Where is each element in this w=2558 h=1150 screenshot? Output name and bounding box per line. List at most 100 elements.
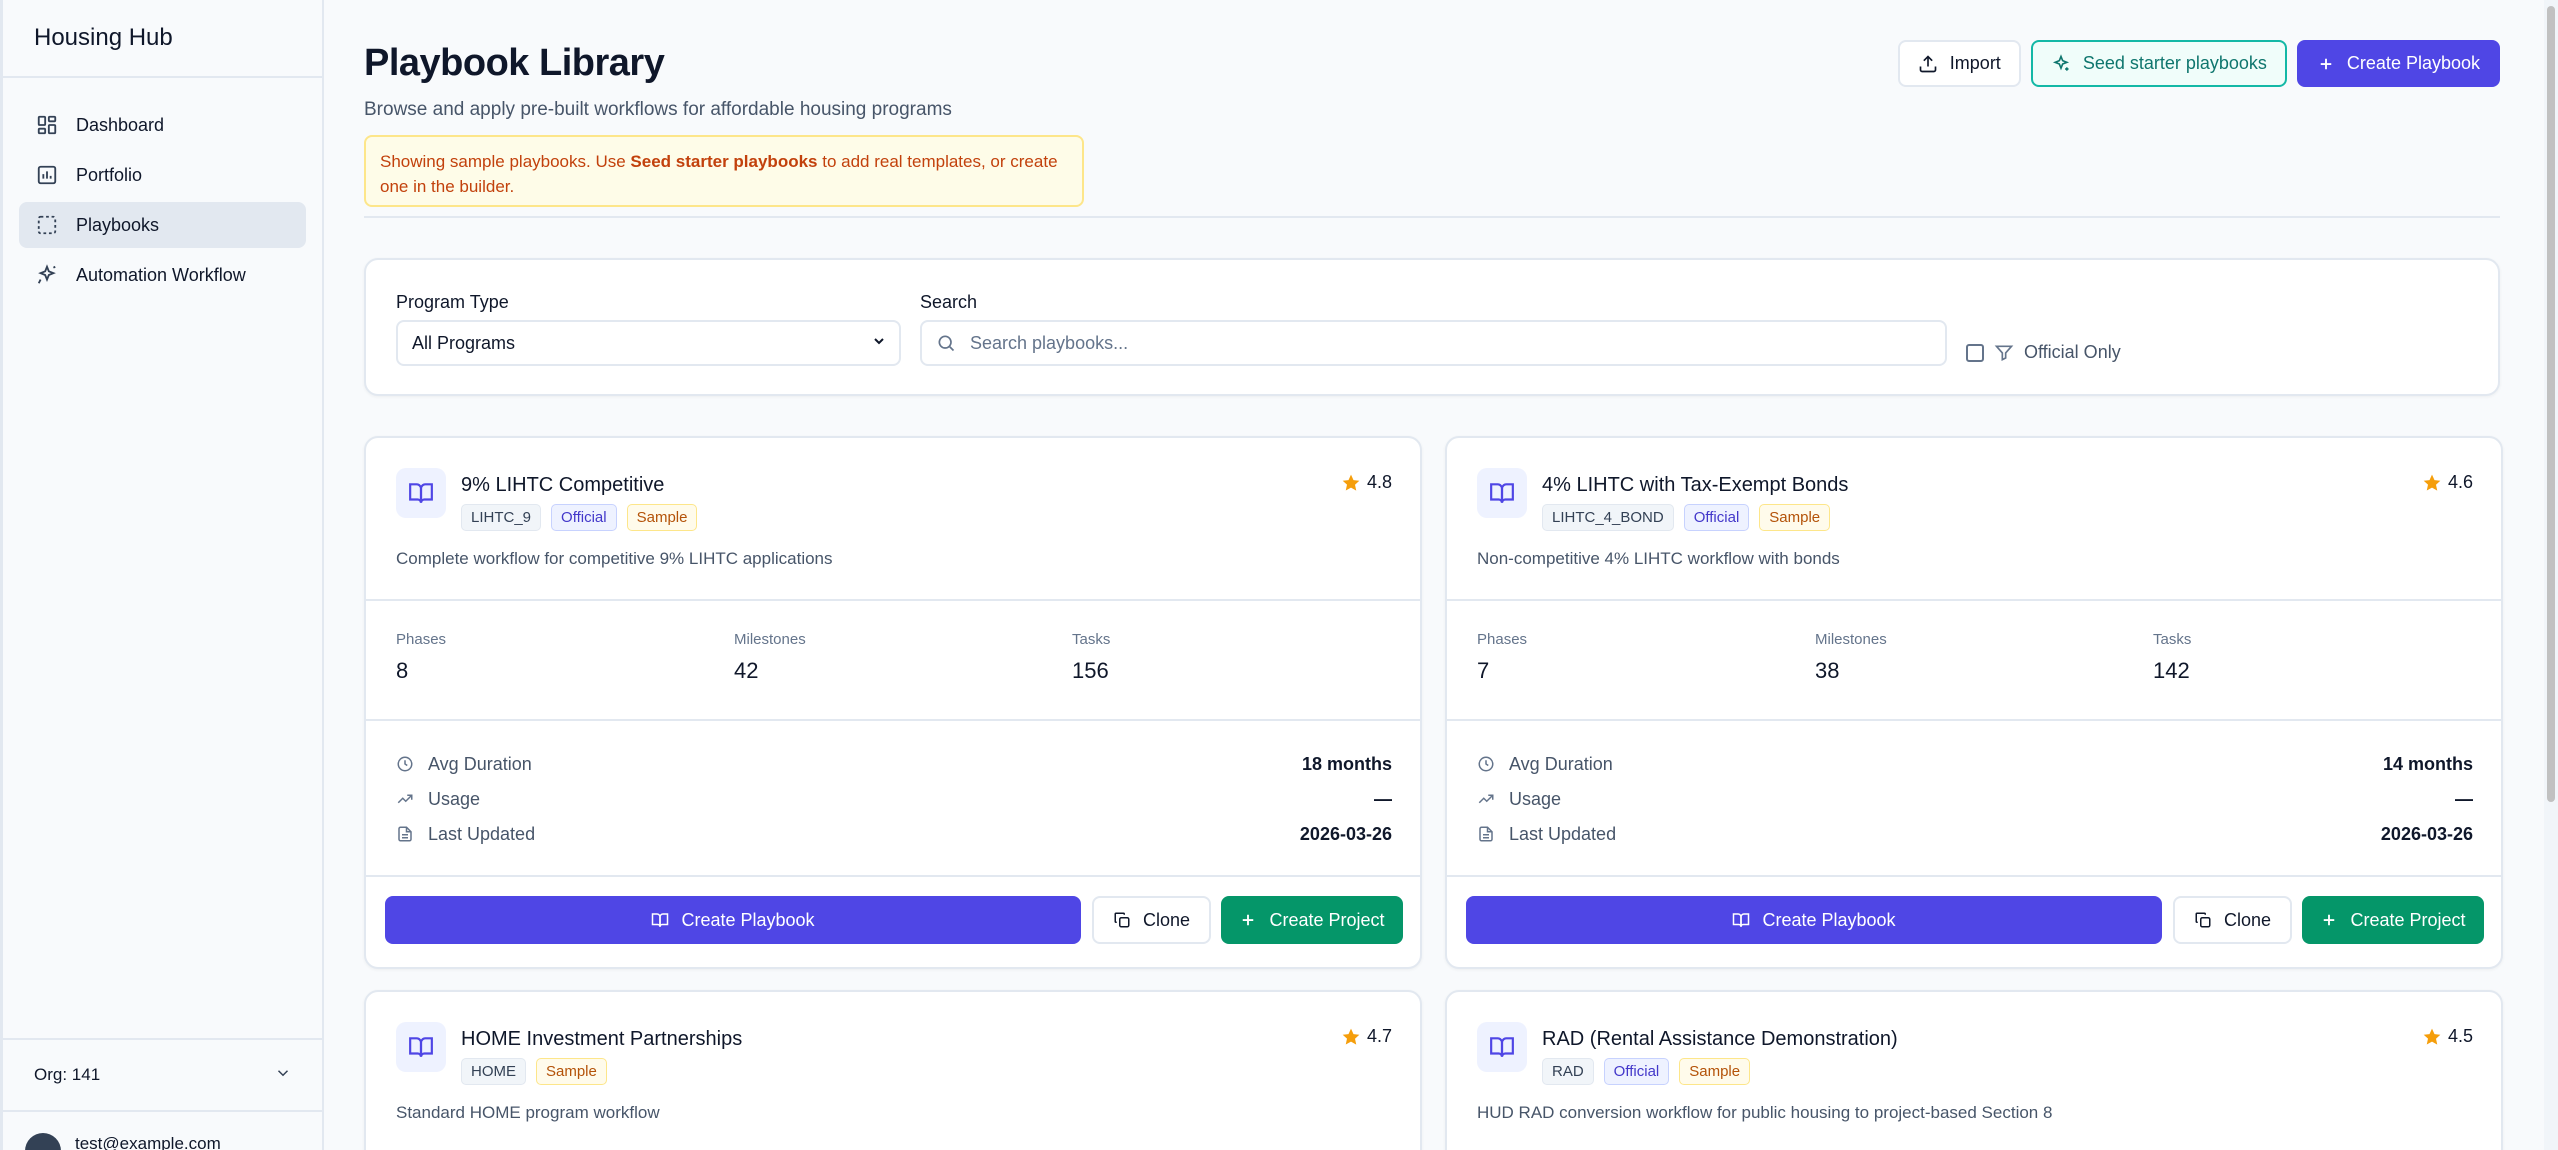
sidebar-nav: Dashboard Portfolio Playbooks Automation… bbox=[3, 78, 322, 298]
rating-value: 4.6 bbox=[2447, 472, 2473, 492]
program-code-badge: HOME bbox=[461, 1058, 526, 1085]
plus-icon bbox=[1239, 911, 1257, 929]
playbook-title: HOME Investment Partnerships bbox=[461, 1028, 743, 1050]
tasks-value: 142 bbox=[2153, 658, 2190, 683]
create-label: Create Playbook bbox=[2346, 53, 2480, 73]
official-only-filter[interactable]: Official Only bbox=[1966, 342, 2121, 363]
notice-prefix: Showing sample playbooks. Use bbox=[380, 152, 631, 171]
search-icon bbox=[936, 333, 956, 353]
avatar bbox=[25, 1133, 61, 1150]
clone-button[interactable]: Clone bbox=[1092, 896, 1211, 944]
seed-label: Seed starter playbooks bbox=[2082, 53, 2267, 73]
playbook-card: 4% LIHTC with Tax-Exempt Bonds LIHTC_4_B… bbox=[1445, 436, 2503, 969]
playbook-card: 9% LIHTC Competitive LIHTC_9 Official Sa… bbox=[364, 436, 1422, 969]
avg-duration-label: Avg Duration bbox=[1509, 753, 1613, 774]
avg-duration-value: 14 months bbox=[2382, 753, 2473, 774]
rating: 4.5 bbox=[2422, 1026, 2473, 1047]
sparkles-icon bbox=[2051, 53, 2071, 74]
create-playbook-button[interactable]: Create Playbook bbox=[1466, 896, 2162, 944]
sidebar-item-portfolio[interactable]: Portfolio bbox=[19, 152, 306, 198]
star-icon bbox=[1341, 1027, 1361, 1047]
filter-icon bbox=[1994, 343, 2014, 363]
milestones-label: Milestones bbox=[1815, 631, 1887, 648]
sample-badge: Sample bbox=[626, 504, 698, 531]
official-only-label: Official Only bbox=[2024, 342, 2121, 362]
milestones-label: Milestones bbox=[734, 631, 806, 648]
sample-badge: Sample bbox=[1759, 504, 1831, 531]
phases-label: Phases bbox=[396, 631, 447, 648]
tasks-label: Tasks bbox=[1072, 631, 1111, 648]
playbook-description: Standard HOME program workflow bbox=[396, 1103, 660, 1122]
copy-icon bbox=[1113, 911, 1131, 929]
clock-icon bbox=[1477, 755, 1497, 773]
org-label: Org: 141 bbox=[34, 1065, 101, 1084]
last-updated-label: Last Updated bbox=[1509, 823, 1617, 844]
sidebar-item-label: Dashboard bbox=[76, 114, 165, 135]
program-type-value: All Programs bbox=[412, 332, 516, 353]
program-type-select[interactable]: All Programs bbox=[396, 320, 901, 366]
create-playbook-label: Create Playbook bbox=[681, 909, 815, 930]
create-project-button[interactable]: Create Project bbox=[1221, 896, 1403, 944]
org-switcher[interactable]: Org: 141 bbox=[3, 1038, 322, 1112]
star-icon bbox=[2422, 1027, 2442, 1047]
chevron-down-icon bbox=[871, 333, 887, 354]
rating: 4.7 bbox=[1341, 1026, 1392, 1047]
program-code-badge: RAD bbox=[1542, 1058, 1594, 1085]
playbook-description: Complete workflow for competitive 9% LIH… bbox=[396, 549, 833, 568]
star-icon bbox=[1341, 473, 1361, 493]
usage-value: — bbox=[2455, 788, 2473, 809]
chevron-down-icon bbox=[274, 1064, 292, 1087]
sample-badge: Sample bbox=[536, 1058, 607, 1085]
clone-label: Clone bbox=[2223, 909, 2272, 930]
plus-icon bbox=[2320, 911, 2338, 929]
playbook-card: HOME Investment Partnerships HOME Sample… bbox=[364, 990, 1422, 1150]
book-icon bbox=[396, 1022, 446, 1072]
avg-duration-label: Avg Duration bbox=[428, 753, 532, 774]
import-button[interactable]: Import bbox=[1897, 40, 2021, 87]
last-updated-value: 2026-03-26 bbox=[1299, 823, 1392, 844]
portfolio-icon bbox=[36, 164, 58, 186]
tasks-value: 156 bbox=[1072, 658, 1109, 683]
program-code-badge: LIHTC_4_BOND bbox=[1542, 504, 1674, 531]
official-badge: Official bbox=[1683, 504, 1750, 531]
official-only-checkbox[interactable] bbox=[1966, 343, 1984, 362]
clone-button[interactable]: Clone bbox=[2173, 896, 2292, 944]
sidebar-item-label: Automation Workflow bbox=[76, 264, 246, 285]
clock-icon bbox=[396, 755, 416, 773]
file-icon bbox=[396, 825, 416, 843]
usage-label: Usage bbox=[428, 788, 481, 809]
create-playbook-button[interactable]: Create Playbook bbox=[385, 896, 1081, 944]
seed-starter-playbooks-button[interactable]: Seed starter playbooks bbox=[2030, 40, 2287, 87]
sidebar-item-label: Playbooks bbox=[76, 214, 160, 235]
create-project-label: Create Project bbox=[2350, 909, 2466, 930]
book-icon bbox=[1732, 911, 1750, 929]
dashboard-icon bbox=[36, 114, 58, 136]
usage-label: Usage bbox=[1509, 788, 1562, 809]
create-project-button[interactable]: Create Project bbox=[2302, 896, 2484, 944]
playbook-description: Non-competitive 4% LIHTC workflow with b… bbox=[1477, 549, 1840, 568]
sidebar: Housing Hub Dashboard Portfolio Playbook… bbox=[0, 0, 324, 1150]
user-menu[interactable]: test@example.com bbox=[3, 1124, 322, 1150]
create-project-label: Create Project bbox=[1269, 909, 1385, 930]
book-icon bbox=[396, 468, 446, 518]
sample-notice: Showing sample playbooks. Use Seed start… bbox=[364, 135, 1084, 207]
create-playbook-button[interactable]: Create Playbook bbox=[2296, 40, 2500, 87]
search-input[interactable]: Search playbooks... bbox=[920, 320, 1947, 366]
milestones-value: 38 bbox=[1815, 658, 1840, 683]
last-updated-value: 2026-03-26 bbox=[2380, 823, 2473, 844]
scrollbar-thumb[interactable] bbox=[2547, 6, 2555, 802]
book-icon bbox=[651, 911, 669, 929]
clone-label: Clone bbox=[1142, 909, 1191, 930]
import-label: Import bbox=[1949, 53, 2001, 73]
rating-value: 4.5 bbox=[2447, 1026, 2473, 1046]
playbook-title: 9% LIHTC Competitive bbox=[461, 474, 665, 496]
automation-icon bbox=[36, 264, 58, 286]
create-playbook-label: Create Playbook bbox=[1762, 909, 1896, 930]
sidebar-item-dashboard[interactable]: Dashboard bbox=[19, 102, 306, 148]
rating: 4.6 bbox=[2422, 472, 2473, 493]
sidebar-item-playbooks[interactable]: Playbooks bbox=[19, 202, 306, 248]
file-icon bbox=[1477, 825, 1497, 843]
header-actions: Import Seed starter playbooks Create Pla… bbox=[1897, 40, 2500, 87]
sidebar-item-automation-workflow[interactable]: Automation Workflow bbox=[19, 252, 306, 298]
playbook-title: 4% LIHTC with Tax-Exempt Bonds bbox=[1542, 474, 1849, 496]
